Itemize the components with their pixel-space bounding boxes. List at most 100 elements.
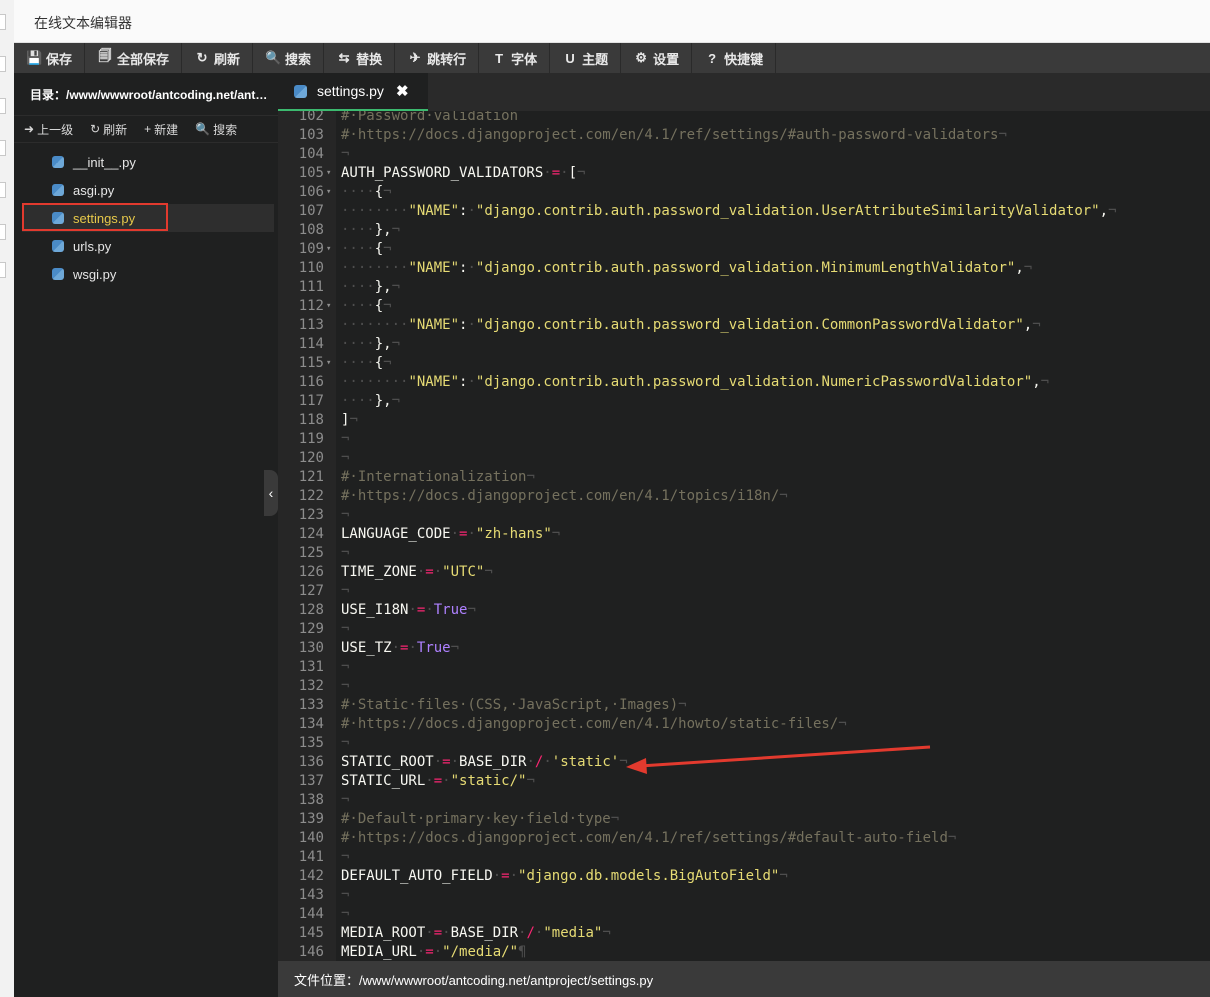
toolbar-button-6[interactable]: T 字体 bbox=[479, 43, 551, 73]
line-number: 122 bbox=[298, 488, 324, 504]
line-number: 121 bbox=[298, 469, 324, 485]
fold-toggle-icon[interactable]: ▾ bbox=[326, 240, 331, 259]
code-token: ¬ bbox=[526, 469, 535, 485]
code-token: "media" bbox=[543, 925, 603, 941]
code-text: ¬ bbox=[341, 677, 349, 696]
code-text: MEDIA_ROOT·=·BASE_DIR·/·"media"¬ bbox=[341, 924, 611, 943]
code-token: · bbox=[408, 602, 417, 618]
background-window-edge bbox=[0, 98, 6, 114]
file-item[interactable]: urls.py bbox=[22, 232, 274, 260]
code-editor[interactable]: 102 #·Password·validation 103 #·https://doc… bbox=[278, 111, 1210, 961]
fold-toggle-icon[interactable]: ▾ bbox=[326, 183, 331, 202]
code-text: USE_I18N·=·True¬ bbox=[341, 601, 476, 620]
background-window-edge bbox=[0, 140, 6, 156]
arrow-up-icon: ➜ bbox=[24, 122, 35, 136]
code-token: True bbox=[433, 602, 468, 618]
toolbar-button-3[interactable]: 🔍 搜索 bbox=[253, 43, 325, 73]
code-text: STATIC_URL·=·"static/"¬ bbox=[341, 772, 535, 791]
search-icon: 🔍 bbox=[195, 122, 211, 136]
file-sidebar: 目录：/www/wwwroot/antcoding.net/antpr... ➜… bbox=[14, 73, 278, 997]
code-token: #·https://docs.djangoproject.com/en/4.1/… bbox=[341, 488, 780, 504]
line-number: 106 bbox=[298, 184, 324, 200]
code-text: ····{¬ bbox=[341, 297, 392, 316]
code-text: ¬ bbox=[341, 582, 349, 601]
code-text: MEDIA_URL·=·"/media/"¶ bbox=[341, 943, 526, 961]
code-line: 119 ¬ bbox=[278, 430, 1210, 449]
code-token: USE_TZ bbox=[341, 640, 392, 656]
code-line: 142 DEFAULT_AUTO_FIELD·=·"django.db.model… bbox=[278, 867, 1210, 886]
sidebar-action-3[interactable]: 🔍 搜索 bbox=[185, 121, 244, 138]
file-name: urls.py bbox=[73, 238, 112, 254]
line-number: 146 bbox=[298, 944, 324, 960]
file-item[interactable]: wsgi.py bbox=[22, 260, 274, 288]
code-text: DEFAULT_AUTO_FIELD·=·"django.db.models.B… bbox=[341, 867, 788, 886]
toolbar-button-4[interactable]: ⇆ 替换 bbox=[324, 43, 396, 73]
python-file-icon bbox=[52, 156, 64, 168]
tab-label: settings.py bbox=[317, 83, 384, 99]
code-text: ¬ bbox=[341, 145, 349, 164]
code-token: BASE_DIR bbox=[450, 925, 519, 941]
code-token: ¬ bbox=[383, 241, 392, 257]
code-token: · bbox=[560, 165, 569, 181]
code-token: ¬ bbox=[1023, 260, 1033, 276]
file-item[interactable]: asgi.py bbox=[22, 176, 274, 204]
toolbar-button-5[interactable]: ✈ 跳转行 bbox=[395, 43, 480, 73]
line-number: 142 bbox=[298, 868, 324, 884]
code-line: 121 #·Internationalization¬ bbox=[278, 468, 1210, 487]
code-token: ¬ bbox=[341, 583, 350, 599]
code-text: ¬ bbox=[341, 886, 349, 905]
fold-toggle-icon[interactable]: ▾ bbox=[326, 354, 331, 373]
code-line: 138 ¬ bbox=[278, 791, 1210, 810]
line-number: 141 bbox=[298, 849, 324, 865]
toolbar-button-label: 快捷键 bbox=[724, 51, 764, 67]
fold-toggle-icon[interactable]: ▾ bbox=[326, 164, 331, 183]
line-number: 144 bbox=[298, 906, 324, 922]
code-token: · bbox=[467, 203, 476, 219]
code-token: LANGUAGE_CODE bbox=[341, 526, 451, 542]
code-line: 125 ¬ bbox=[278, 544, 1210, 563]
code-token: ¬ bbox=[341, 431, 350, 447]
file-item[interactable]: __init__.py bbox=[22, 148, 274, 176]
line-number: 117 bbox=[298, 393, 324, 409]
theme-icon: U bbox=[565, 50, 575, 66]
code-text: ¬ bbox=[341, 791, 349, 810]
code-line: 106 ▾ ····{¬ bbox=[278, 183, 1210, 202]
toolbar-button-0[interactable]: 💾 保存 bbox=[14, 43, 86, 73]
code-line: 139 #·Default·primary·key·field·type¬ bbox=[278, 810, 1210, 829]
code-text: ········"NAME":·"django.contrib.auth.pas… bbox=[341, 373, 1049, 392]
tab-settings-py[interactable]: settings.py ✖ bbox=[278, 73, 428, 111]
code-token: [ bbox=[568, 165, 578, 181]
toolbar-button-1[interactable]: 🗐 全部保存 bbox=[85, 43, 183, 73]
code-token: BASE_DIR bbox=[459, 754, 527, 770]
sidebar-action-1[interactable]: ↻ 刷新 bbox=[80, 121, 134, 138]
toolbar-button-9[interactable]: ? 快捷键 bbox=[692, 43, 777, 73]
sidebar-action-0[interactable]: ➜ 上一级 bbox=[14, 121, 80, 138]
code-token: ········ bbox=[341, 260, 409, 276]
toolbar-button-7[interactable]: U 主题 bbox=[550, 43, 622, 73]
sidebar-action-2[interactable]: + 新建 bbox=[134, 121, 185, 138]
line-number: 131 bbox=[298, 659, 324, 675]
code-token: ¬ bbox=[947, 830, 957, 846]
collapse-sidebar-button[interactable]: ‹ bbox=[264, 470, 278, 516]
code-token: · bbox=[433, 564, 443, 580]
code-token: · bbox=[543, 754, 552, 770]
tab-bar: settings.py ✖ bbox=[278, 73, 1210, 111]
code-token: }, bbox=[374, 393, 392, 409]
toolbar-button-8[interactable]: ⚙ 设置 bbox=[621, 43, 693, 73]
code-token: ¬ bbox=[383, 184, 392, 200]
line-number: 114 bbox=[298, 336, 324, 352]
editor-window: 在线文本编辑器 💾 保存 🗐 全部保存 ↻ 刷新 🔍 搜索 ⇆ 替换 ✈ 跳转行 T 字体 U 主题 ⚙ 设置? 快… bbox=[14, 0, 1210, 997]
code-text: #·https://docs.djangoproject.com/en/4.1/… bbox=[341, 487, 788, 506]
close-icon[interactable]: ✖ bbox=[396, 82, 409, 100]
title-bar: 在线文本编辑器 bbox=[14, 0, 1210, 43]
code-token: · bbox=[492, 868, 502, 884]
code-line: 120 ¬ bbox=[278, 449, 1210, 468]
fold-toggle-icon[interactable]: ▾ bbox=[326, 297, 331, 316]
file-name: asgi.py bbox=[73, 182, 115, 198]
line-number: 145 bbox=[298, 925, 324, 941]
line-number: 126 bbox=[298, 564, 324, 580]
code-line: 137 STATIC_URL·=·"static/"¬ bbox=[278, 772, 1210, 791]
toolbar-button-2[interactable]: ↻ 刷新 bbox=[182, 43, 254, 73]
file-name: wsgi.py bbox=[73, 266, 117, 282]
code-line: 117 ····},¬ bbox=[278, 392, 1210, 411]
